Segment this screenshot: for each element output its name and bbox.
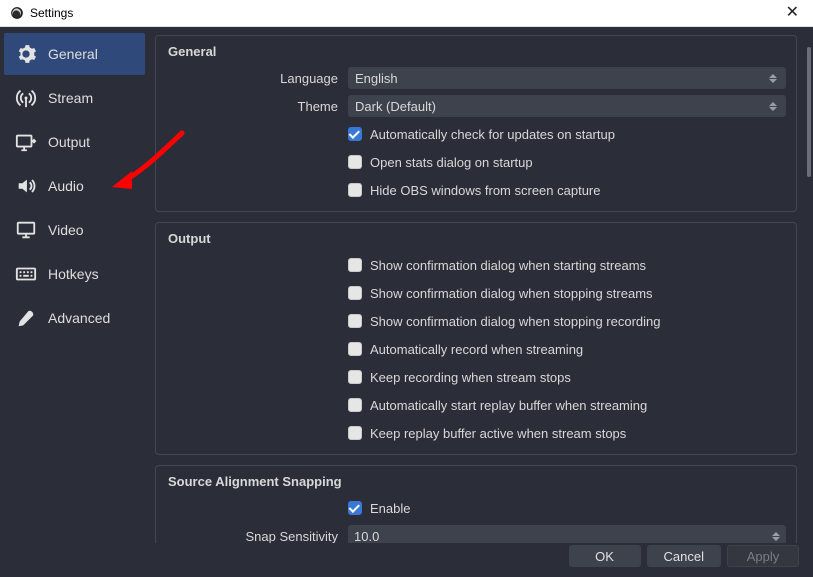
spinner-icon[interactable] — [768, 525, 784, 543]
sidebar-item-output[interactable]: Output — [4, 121, 145, 163]
chevron-updown-icon — [765, 68, 781, 88]
language-label: Language — [168, 71, 348, 86]
sidebar-item-stream[interactable]: Stream — [4, 77, 145, 119]
sidebar-item-video[interactable]: Video — [4, 209, 145, 251]
apply-button[interactable]: Apply — [727, 545, 799, 567]
checkbox-label: Show confirmation dialog when stopping s… — [370, 286, 653, 301]
sidebar-item-hotkeys[interactable]: Hotkeys — [4, 253, 145, 295]
sidebar-item-label: Hotkeys — [48, 266, 99, 282]
chevron-updown-icon — [765, 96, 781, 116]
cancel-button[interactable]: Cancel — [647, 545, 721, 567]
theme-select[interactable]: Dark (Default) — [348, 95, 786, 117]
language-value: English — [355, 71, 398, 86]
antenna-icon — [14, 86, 38, 110]
checkbox-label: Automatically start replay buffer when s… — [370, 398, 647, 413]
group-snap: Source Alignment Snapping Enable Snap Se… — [155, 465, 797, 543]
checkbox-box — [348, 127, 362, 141]
output-icon — [14, 130, 38, 154]
sidebar-item-general[interactable]: General — [4, 33, 145, 75]
group-output: Output Show confirmation dialog when sta… — [155, 222, 797, 455]
checkbox-output-1[interactable]: Show confirmation dialog when stopping s… — [348, 286, 653, 301]
checkbox-output-4[interactable]: Keep recording when stream stops — [348, 370, 571, 385]
checkbox-box — [348, 398, 362, 412]
group-title: Source Alignment Snapping — [168, 474, 786, 489]
checkbox-label: Show confirmation dialog when stopping r… — [370, 314, 661, 329]
window-title: Settings — [30, 6, 73, 20]
settings-content: General Language English — [151, 31, 807, 543]
checkbox-label: Keep replay buffer active when stream st… — [370, 426, 626, 441]
close-icon[interactable]: ✕ — [780, 3, 805, 23]
checkbox-box — [348, 342, 362, 356]
checkbox-box — [348, 370, 362, 384]
checkbox-box — [348, 286, 362, 300]
theme-value: Dark (Default) — [355, 99, 436, 114]
checkbox-box — [348, 155, 362, 169]
checkbox-label: Enable — [370, 501, 410, 516]
sidebar: General Stream Output Audio — [4, 31, 145, 573]
checkbox-output-2[interactable]: Show confirmation dialog when stopping r… — [348, 314, 661, 329]
content-column: General Language English — [151, 31, 807, 573]
checkbox-output-3[interactable]: Automatically record when streaming — [348, 342, 583, 357]
checkbox-hide-obs[interactable]: Hide OBS windows from screen capture — [348, 183, 600, 198]
checkbox-box — [348, 258, 362, 272]
dialog-footer: OK Cancel Apply — [151, 543, 807, 573]
language-select[interactable]: English — [348, 67, 786, 89]
checkbox-label: Hide OBS windows from screen capture — [370, 183, 600, 198]
checkbox-label: Automatically record when streaming — [370, 342, 583, 357]
checkbox-box — [348, 426, 362, 440]
checkbox-label: Automatically check for updates on start… — [370, 127, 615, 142]
checkbox-label: Show confirmation dialog when starting s… — [370, 258, 646, 273]
settings-window: Settings ✕ General Stream — [0, 0, 813, 577]
speaker-icon — [14, 174, 38, 198]
settings-body: General Stream Output Audio — [0, 27, 813, 577]
checkbox-box — [348, 183, 362, 197]
snap-sensitivity-input[interactable]: 10.0 — [348, 525, 786, 543]
obs-icon — [10, 6, 24, 20]
monitor-icon — [14, 218, 38, 242]
checkbox-snap-enable[interactable]: Enable — [348, 501, 410, 516]
snap-sensitivity-label: Snap Sensitivity — [168, 529, 348, 544]
checkbox-box — [348, 314, 362, 328]
sidebar-item-label: Audio — [48, 178, 84, 194]
sidebar-item-label: Advanced — [48, 310, 110, 326]
checkbox-box — [348, 501, 362, 515]
group-general: General Language English — [155, 35, 797, 212]
ok-button[interactable]: OK — [569, 545, 641, 567]
sidebar-item-label: Output — [48, 134, 90, 150]
checkbox-output-0[interactable]: Show confirmation dialog when starting s… — [348, 258, 646, 273]
tools-icon — [14, 306, 38, 330]
keyboard-icon — [14, 262, 38, 286]
checkbox-label: Open stats dialog on startup — [370, 155, 533, 170]
sidebar-item-audio[interactable]: Audio — [4, 165, 145, 207]
checkbox-auto-update[interactable]: Automatically check for updates on start… — [348, 127, 615, 142]
group-title: General — [168, 44, 786, 59]
titlebar: Settings ✕ — [0, 0, 813, 27]
sidebar-item-label: General — [48, 46, 98, 62]
group-title: Output — [168, 231, 786, 246]
checkbox-open-stats[interactable]: Open stats dialog on startup — [348, 155, 533, 170]
checkbox-output-6[interactable]: Keep replay buffer active when stream st… — [348, 426, 626, 441]
sidebar-item-advanced[interactable]: Advanced — [4, 297, 145, 339]
theme-label: Theme — [168, 99, 348, 114]
sidebar-item-label: Video — [48, 222, 84, 238]
checkbox-output-5[interactable]: Automatically start replay buffer when s… — [348, 398, 647, 413]
gear-icon — [14, 42, 38, 66]
sidebar-item-label: Stream — [48, 90, 93, 106]
snap-sensitivity-value: 10.0 — [354, 529, 379, 544]
checkbox-label: Keep recording when stream stops — [370, 370, 571, 385]
